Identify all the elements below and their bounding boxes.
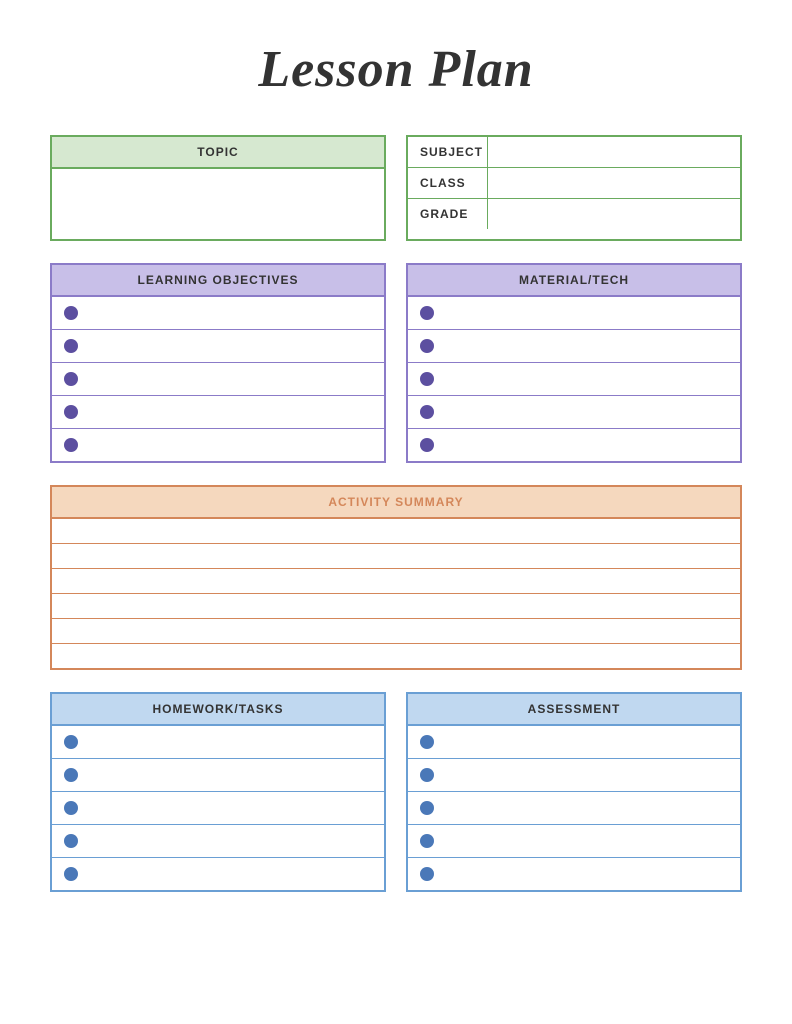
activity-row-6[interactable] — [52, 644, 740, 668]
assessment-row-4[interactable] — [408, 825, 740, 858]
top-section: TOPIC SUBJECT CLASS GRADE — [50, 135, 742, 241]
assessment-row-5[interactable] — [408, 858, 740, 890]
objectives-header: LEARNING OBJECTIVES — [52, 265, 384, 297]
material-row-3[interactable] — [408, 363, 740, 396]
assessment-bullet-3 — [420, 801, 434, 815]
material-box: MATERIAL/TECH — [406, 263, 742, 463]
page-title: Lesson Plan — [50, 40, 742, 99]
subject-row: SUBJECT — [408, 137, 740, 168]
assessment-row-2[interactable] — [408, 759, 740, 792]
bullet-icon-1 — [64, 306, 78, 320]
objectives-box: LEARNING OBJECTIVES — [50, 263, 386, 463]
assessment-row-1[interactable] — [408, 726, 740, 759]
bullet-icon-3 — [64, 372, 78, 386]
homework-row-4[interactable] — [52, 825, 384, 858]
class-value[interactable] — [488, 168, 740, 198]
bullet-icon-5 — [64, 438, 78, 452]
assessment-header: ASSESSMENT — [408, 694, 740, 726]
material-bullet-5 — [420, 438, 434, 452]
material-row-1[interactable] — [408, 297, 740, 330]
homework-bullet-4 — [64, 834, 78, 848]
activity-header: ACTIVITY SUMMARY — [52, 487, 740, 519]
assessment-bullet-5 — [420, 867, 434, 881]
homework-bullet-2 — [64, 768, 78, 782]
objectives-row-2[interactable] — [52, 330, 384, 363]
topic-body[interactable] — [52, 169, 384, 239]
subject-label: SUBJECT — [408, 137, 488, 167]
subject-value[interactable] — [488, 137, 740, 167]
material-row-5[interactable] — [408, 429, 740, 461]
class-label: CLASS — [408, 168, 488, 198]
material-bullet-1 — [420, 306, 434, 320]
bullet-icon-2 — [64, 339, 78, 353]
grade-value[interactable] — [488, 199, 740, 229]
material-bullet-3 — [420, 372, 434, 386]
activity-row-3[interactable] — [52, 569, 740, 594]
objectives-row-5[interactable] — [52, 429, 384, 461]
objectives-row-3[interactable] — [52, 363, 384, 396]
assessment-row-3[interactable] — [408, 792, 740, 825]
subject-box: SUBJECT CLASS GRADE — [406, 135, 742, 241]
homework-row-5[interactable] — [52, 858, 384, 890]
activity-row-5[interactable] — [52, 619, 740, 644]
assessment-bullet-4 — [420, 834, 434, 848]
assessment-bullet-2 — [420, 768, 434, 782]
homework-row-3[interactable] — [52, 792, 384, 825]
material-bullet-2 — [420, 339, 434, 353]
material-header: MATERIAL/TECH — [408, 265, 740, 297]
grade-row: GRADE — [408, 199, 740, 229]
bottom-section: HOMEWORK/TASKS ASSESSMENT — [50, 692, 742, 892]
activity-row-4[interactable] — [52, 594, 740, 619]
material-row-4[interactable] — [408, 396, 740, 429]
topic-header: TOPIC — [52, 137, 384, 169]
objectives-row-4[interactable] — [52, 396, 384, 429]
homework-bullet-1 — [64, 735, 78, 749]
activity-row-2[interactable] — [52, 544, 740, 569]
assessment-box: ASSESSMENT — [406, 692, 742, 892]
homework-header: HOMEWORK/TASKS — [52, 694, 384, 726]
material-row-2[interactable] — [408, 330, 740, 363]
homework-box: HOMEWORK/TASKS — [50, 692, 386, 892]
middle-section: LEARNING OBJECTIVES MATERIAL/TECH — [50, 263, 742, 463]
homework-bullet-3 — [64, 801, 78, 815]
bullet-icon-4 — [64, 405, 78, 419]
homework-row-1[interactable] — [52, 726, 384, 759]
objectives-row-1[interactable] — [52, 297, 384, 330]
lesson-plan-page: Lesson Plan TOPIC SUBJECT CLASS GRADE LE… — [0, 0, 792, 1024]
homework-bullet-5 — [64, 867, 78, 881]
grade-label: GRADE — [408, 199, 488, 229]
activity-row-1[interactable] — [52, 519, 740, 544]
activity-section: ACTIVITY SUMMARY — [50, 485, 742, 670]
material-bullet-4 — [420, 405, 434, 419]
assessment-bullet-1 — [420, 735, 434, 749]
homework-row-2[interactable] — [52, 759, 384, 792]
class-row: CLASS — [408, 168, 740, 199]
topic-box: TOPIC — [50, 135, 386, 241]
